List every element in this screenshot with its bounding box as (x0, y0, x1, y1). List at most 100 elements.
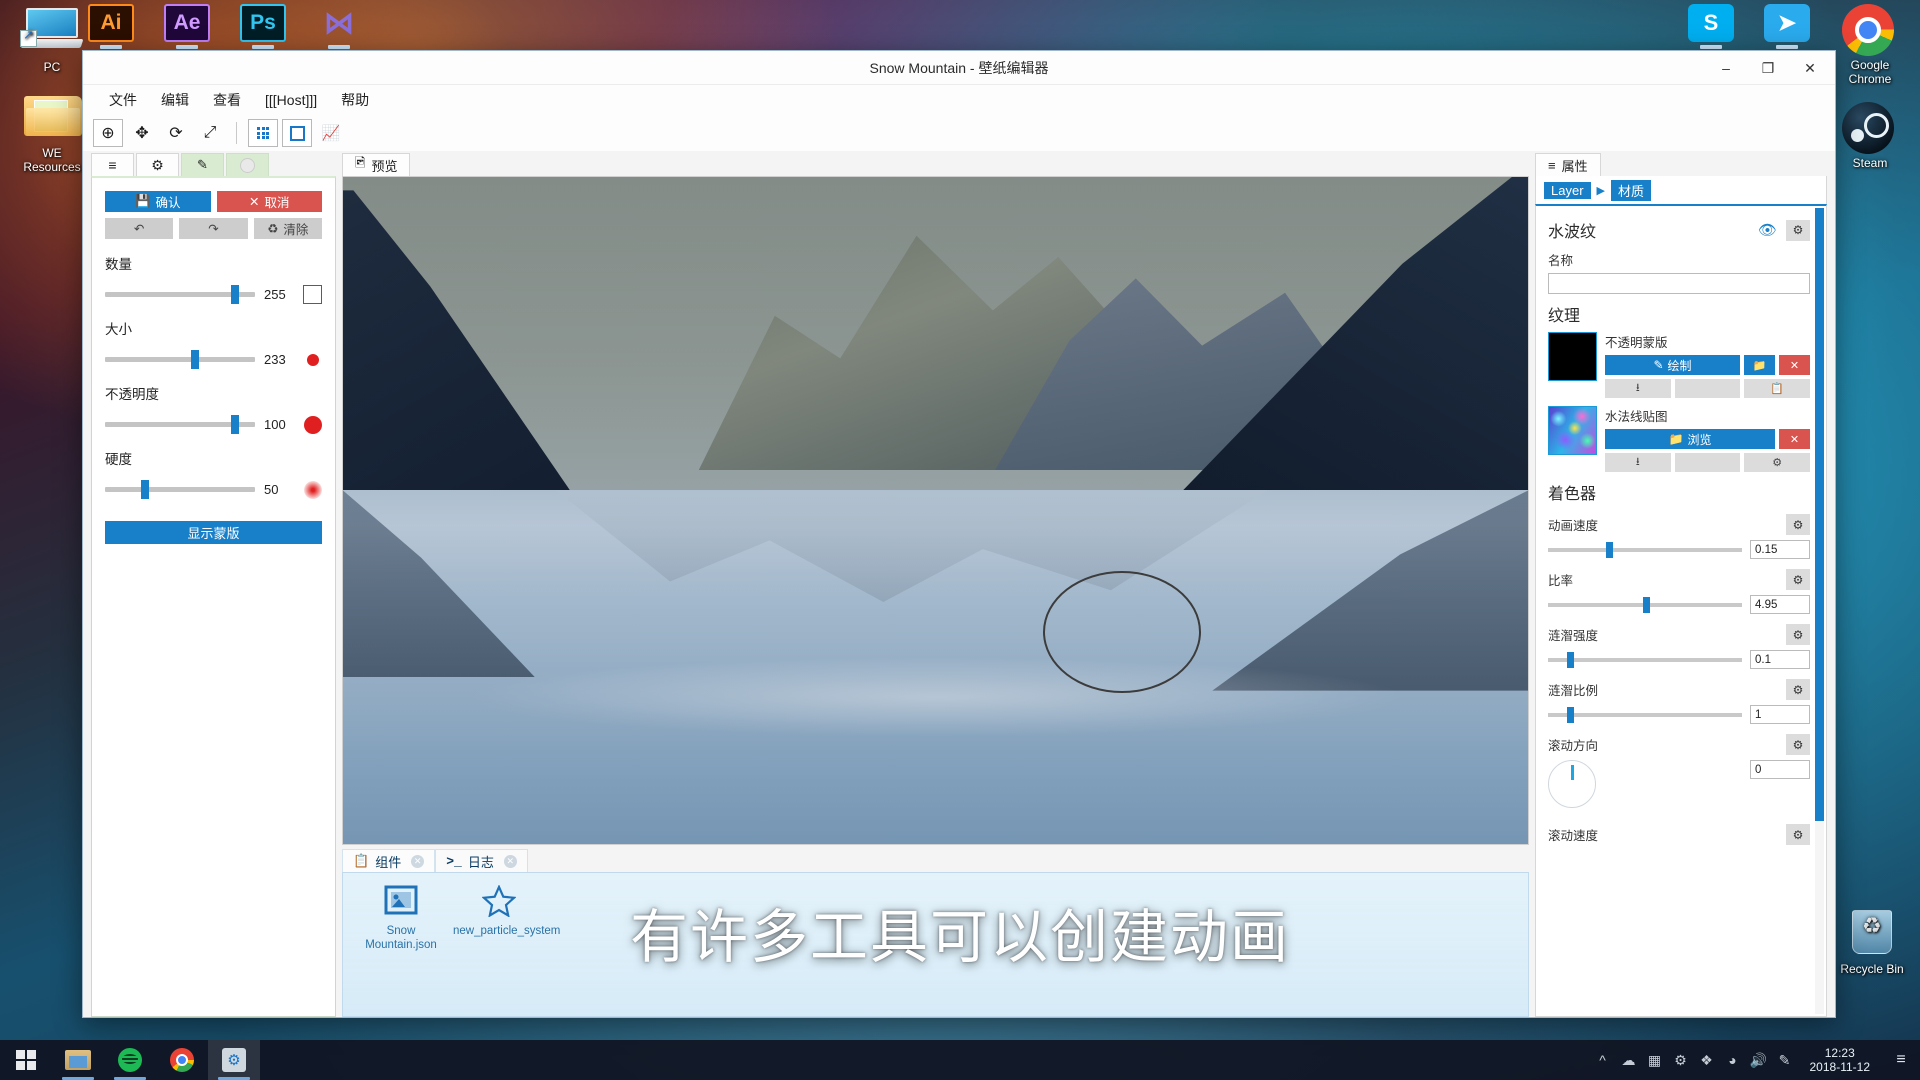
graph-tool-button[interactable]: 📈 (316, 119, 346, 147)
app-icon-telegram[interactable]: ➤ (1764, 4, 1814, 44)
notification-icon: ≡ (1896, 1051, 1905, 1069)
close-tab-icon[interactable]: ✕ (411, 855, 424, 868)
texture-import-button[interactable]: ⭳ (1605, 379, 1671, 398)
menu-item-host[interactable]: [[[Host]]] (253, 88, 329, 112)
window-titlebar[interactable]: Snow Mountain - 壁纸编辑器 – ❐ ✕ (83, 51, 1835, 85)
app-icon-visual-studio[interactable]: ⋈ (316, 4, 366, 44)
close-tab-icon[interactable]: ✕ (504, 855, 517, 868)
component-item-particle-system[interactable]: new_particle_system (453, 885, 545, 938)
onedrive-icon[interactable]: ☁ (1616, 1040, 1642, 1080)
brush-amount-swatch[interactable] (303, 285, 322, 304)
move-tool-button[interactable]: ✥ (127, 119, 157, 147)
texture-delete-button[interactable]: ✕ (1779, 355, 1810, 375)
texture-thumbnail-opacity-mask[interactable] (1548, 332, 1597, 381)
tab-eraser[interactable] (226, 153, 269, 176)
tab-properties[interactable]: ≡ 属性 (1535, 153, 1601, 176)
redo-button[interactable]: ↷ (179, 218, 247, 239)
undo-button[interactable]: ↶ (105, 218, 173, 239)
property-value[interactable]: 0.15 (1750, 540, 1810, 559)
property-slider[interactable] (1548, 603, 1742, 607)
brush-hardness-slider[interactable] (105, 487, 255, 492)
menu-item-file[interactable]: 文件 (97, 86, 149, 114)
notification-center-button[interactable]: ≡ (1882, 1040, 1920, 1080)
close-button[interactable]: ✕ (1789, 51, 1831, 85)
property-settings-button[interactable]: ⚙ (1786, 624, 1810, 645)
scroll-direction-dial[interactable] (1548, 760, 1596, 808)
taskbar-wallpaper-engine[interactable] (208, 1040, 260, 1080)
show-mask-button[interactable]: 显示蒙版 (105, 521, 322, 544)
texture-browse-button[interactable]: 📁 浏览 (1605, 429, 1775, 449)
property-value[interactable]: 0 (1750, 760, 1810, 779)
texture-import-button[interactable]: ⭳ (1605, 453, 1671, 472)
tab-logs[interactable]: >_ 日志 ✕ (435, 849, 528, 872)
property-settings-button[interactable]: ⚙ (1786, 734, 1810, 755)
taskbar-spotify[interactable] (104, 1040, 156, 1080)
app-icon-photoshop[interactable]: Ps (240, 4, 290, 44)
dropbox-icon[interactable]: ❖ (1694, 1040, 1720, 1080)
brush-size-slider[interactable] (105, 357, 255, 362)
preview-canvas[interactable] (342, 176, 1529, 845)
menu-item-edit[interactable]: 编辑 (149, 86, 201, 114)
property-settings-button[interactable]: ⚙ (1786, 514, 1810, 535)
desktop-icon-steam[interactable]: Steam (1824, 102, 1916, 170)
pen-icon[interactable]: ✎ (1772, 1040, 1798, 1080)
wallpaper-engine-tray-icon[interactable]: ⚙ (1668, 1040, 1694, 1080)
layer-settings-button[interactable]: ⚙ (1786, 220, 1810, 241)
menu-item-view[interactable]: 查看 (201, 86, 253, 114)
grid-toggle-button[interactable] (248, 119, 278, 147)
desktop-icon-recycle-bin[interactable]: Recycle Bin (1826, 908, 1918, 976)
texture-export-button[interactable]: ⭵ (1675, 453, 1741, 472)
network-icon[interactable]: ◕ (1720, 1040, 1746, 1080)
app-icon-skype[interactable]: S (1688, 4, 1738, 44)
confirm-button[interactable]: 💾 确认 (105, 191, 211, 212)
volume-icon[interactable]: 🔊 (1746, 1040, 1772, 1080)
layer-name-input[interactable] (1548, 273, 1810, 294)
scale-tool-button[interactable]: ⤢ (195, 119, 225, 147)
breadcrumb-item-material[interactable]: 材质 (1611, 180, 1651, 201)
app-icon-after-effects[interactable]: Ae (164, 4, 214, 44)
breadcrumb-item-layer[interactable]: Layer (1544, 182, 1591, 199)
taskbar-file-explorer[interactable] (52, 1040, 104, 1080)
property-value[interactable]: 0.1 (1750, 650, 1810, 669)
tab-brush[interactable]: ✎ (181, 153, 224, 176)
texture-paint-button[interactable]: ✎ 绘制 (1605, 355, 1740, 375)
start-button[interactable] (0, 1040, 52, 1080)
app-tray-icon[interactable]: ▦ (1642, 1040, 1668, 1080)
property-slider[interactable] (1548, 548, 1742, 552)
properties-scrollbar[interactable] (1815, 208, 1824, 1014)
property-slider[interactable] (1548, 713, 1742, 717)
texture-thumbnail-normal-map[interactable] (1548, 406, 1597, 455)
taskbar-clock[interactable]: 12:23 2018-11-12 (1798, 1046, 1883, 1074)
cancel-button[interactable]: ✕ 取消 (217, 191, 323, 212)
property-settings-button[interactable]: ⚙ (1786, 679, 1810, 700)
maximize-button[interactable]: ❐ (1747, 51, 1789, 85)
minimize-button[interactable]: – (1705, 51, 1747, 85)
component-item-snow-mountain[interactable]: Snow Mountain.json (355, 885, 447, 952)
texture-settings-button[interactable]: ⚙ (1744, 453, 1810, 472)
property-slider[interactable] (1548, 658, 1742, 662)
scrollbar-thumb[interactable] (1815, 208, 1824, 821)
tab-preview[interactable]: 🖻 预览 (342, 153, 410, 176)
texture-copy-button[interactable]: 📋 (1744, 379, 1810, 398)
menu-item-help[interactable]: 帮助 (329, 86, 381, 114)
property-value[interactable]: 1 (1750, 705, 1810, 724)
brush-amount-slider[interactable] (105, 292, 255, 297)
chevron-up-icon[interactable]: ^ (1590, 1040, 1616, 1080)
property-settings-button[interactable]: ⚙ (1786, 569, 1810, 590)
tab-layers[interactable]: ≡ (91, 153, 134, 176)
rotate-tool-button[interactable]: ⟳ (161, 119, 191, 147)
clear-button[interactable]: ♻ 清除 (254, 218, 322, 239)
tab-components[interactable]: 📋 组件 ✕ (342, 849, 435, 872)
texture-delete-button[interactable]: ✕ (1779, 429, 1810, 449)
eye-icon[interactable]: 👁 (1758, 221, 1777, 239)
brush-opacity-slider[interactable] (105, 422, 255, 427)
texture-browse-button[interactable]: 📁 (1744, 355, 1775, 375)
property-value[interactable]: 4.95 (1750, 595, 1810, 614)
pan-select-tool-button[interactable]: ⊕ (93, 119, 123, 147)
texture-export-button[interactable]: ⭵ (1675, 379, 1741, 398)
tab-settings[interactable]: ⚙ (136, 153, 179, 176)
property-settings-button[interactable]: ⚙ (1786, 824, 1810, 845)
bounds-toggle-button[interactable] (282, 119, 312, 147)
taskbar-chrome[interactable] (156, 1040, 208, 1080)
app-icon-illustrator[interactable]: Ai (88, 4, 138, 44)
